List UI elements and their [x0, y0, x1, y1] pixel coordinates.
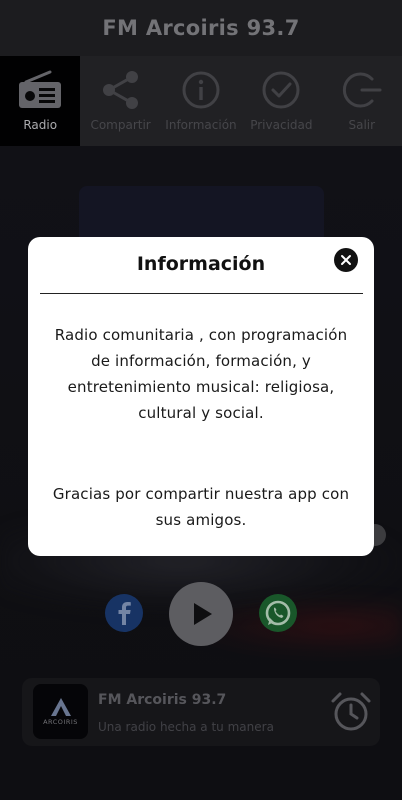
close-icon: [341, 255, 351, 265]
close-button[interactable]: [334, 248, 358, 272]
dialog-divider: [40, 293, 363, 294]
dialog-thanks-text: Gracias por compartir nuestra app con su…: [52, 485, 350, 529]
info-dialog: Información Radio comunitaria , con prog…: [28, 237, 374, 556]
dialog-description: Radio comunitaria , con programación de …: [54, 326, 348, 422]
dialog-title: Información: [136, 253, 266, 275]
